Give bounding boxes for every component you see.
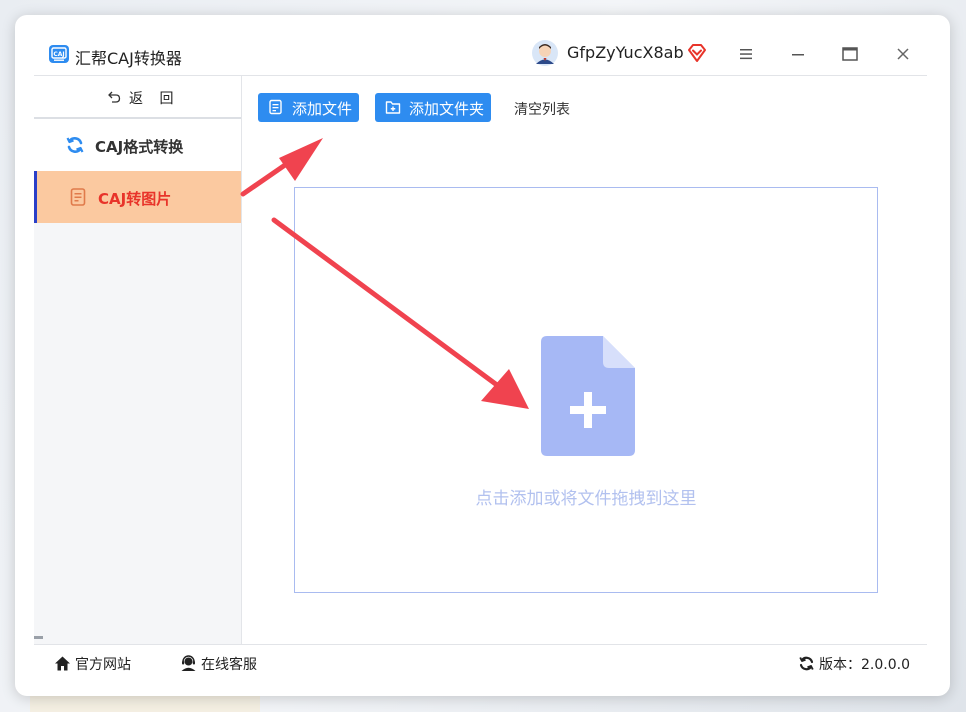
menu-icon[interactable]: [737, 45, 755, 63]
add-file-label: 添加文件: [292, 100, 353, 118]
add-document-icon: [541, 336, 635, 456]
customer-service-icon: [181, 655, 196, 671]
add-file-button[interactable]: 添加文件: [258, 93, 359, 122]
user-avatar[interactable]: [532, 40, 558, 66]
online-service-link[interactable]: 在线客服: [180, 653, 275, 675]
back-label: 返 回: [129, 91, 180, 107]
scrollbar-grip[interactable]: [34, 636, 43, 639]
sidebar-item-caj-to-image[interactable]: CAJ转图片: [34, 171, 241, 223]
minimize-icon[interactable]: [789, 45, 807, 63]
app-window: CAJ 汇帮CAJ转换器 GfpZyYucX8ab 返 回 CAJ格式转换 CA…: [15, 15, 950, 696]
annotation-arrowhead-toolbar: [279, 138, 323, 181]
sidebar-item-label: CAJ格式转换: [95, 138, 184, 156]
add-folder-icon: [385, 101, 401, 114]
add-folder-label: 添加文件夹: [409, 100, 485, 118]
online-service-label: 在线客服: [201, 657, 257, 673]
username[interactable]: GfpZyYucX8ab: [567, 43, 684, 62]
sidebar-item-label: CAJ转图片: [98, 190, 172, 208]
app-logo-icon: CAJ: [49, 45, 69, 63]
app-title: 汇帮CAJ转换器: [75, 49, 182, 68]
official-website-link[interactable]: 官方网站: [54, 653, 144, 675]
drop-zone-hint: 点击添加或将文件拖拽到这里: [475, 489, 697, 509]
title-bar: CAJ 汇帮CAJ转换器 GfpZyYucX8ab: [15, 15, 950, 75]
maximize-icon[interactable]: [841, 45, 859, 63]
close-icon[interactable]: [894, 45, 912, 63]
annotation-arrow-toolbar: [240, 151, 304, 197]
version-label: 版本：2.0.0.0: [819, 657, 910, 673]
official-website-label: 官方网站: [75, 657, 131, 673]
sidebar: 返 回 CAJ格式转换 CAJ转图片: [34, 76, 242, 644]
document-icon: [70, 188, 86, 206]
svg-text:CAJ: CAJ: [53, 51, 64, 58]
clear-list-button[interactable]: 清空列表: [514, 99, 570, 119]
sidebar-item-caj-format-convert[interactable]: CAJ格式转换: [34, 119, 241, 171]
back-arrow-icon: [108, 91, 121, 103]
refresh-icon: [66, 137, 84, 153]
back-button[interactable]: 返 回: [34, 76, 241, 119]
add-folder-button[interactable]: 添加文件夹: [375, 93, 491, 122]
file-drop-zone[interactable]: 点击添加或将文件拖拽到这里: [294, 187, 878, 593]
version-info: 版本：2.0.0.0: [798, 653, 918, 675]
sync-icon: [799, 656, 814, 671]
footer-divider: [34, 644, 927, 645]
home-icon: [55, 656, 70, 671]
vip-diamond-icon[interactable]: [687, 43, 707, 63]
add-file-icon: [269, 99, 282, 115]
